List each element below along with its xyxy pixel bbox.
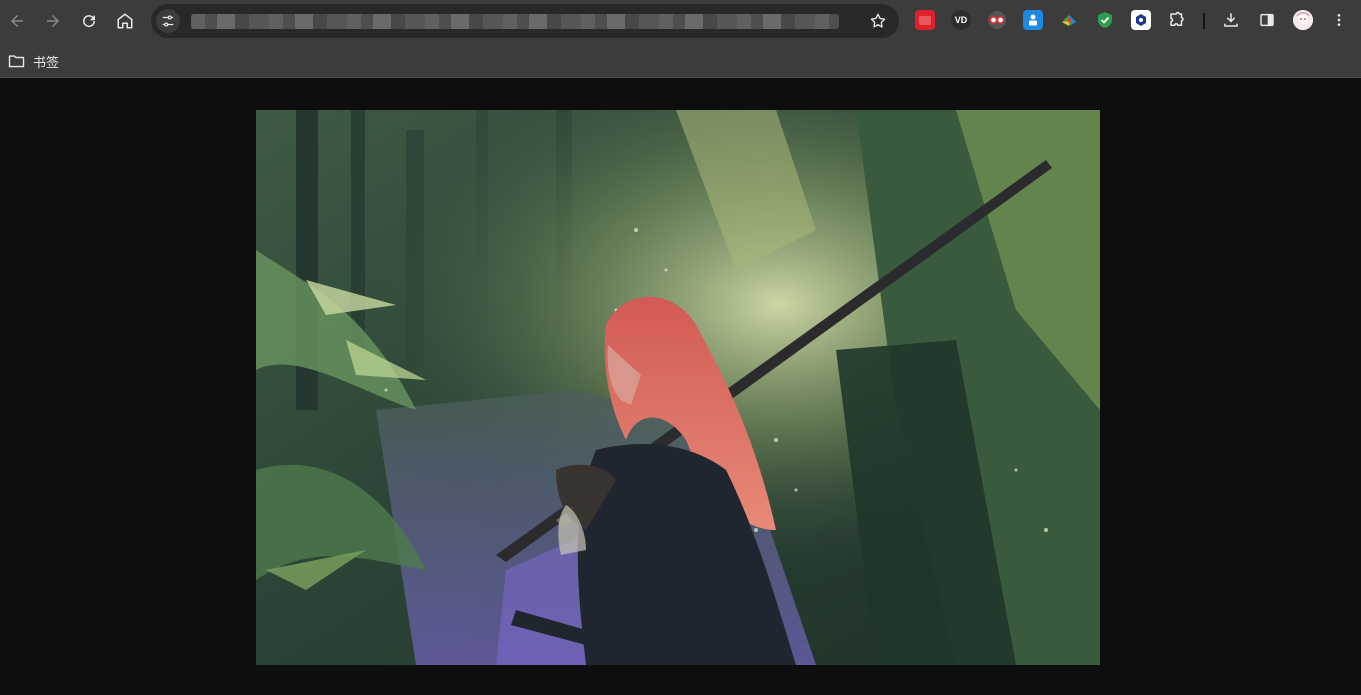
bookmark-folder[interactable]: 书签 <box>8 50 59 72</box>
reload-icon <box>83 15 96 28</box>
home-button[interactable] <box>111 7 139 35</box>
bookmark-star-button[interactable] <box>867 10 889 32</box>
page-viewport <box>0 79 1361 695</box>
arrow-left-icon <box>11 15 23 27</box>
bookmarks-bar: 书签 <box>0 44 1361 78</box>
extensions-button[interactable] <box>1167 10 1187 30</box>
side-panel-button[interactable] <box>1257 10 1277 30</box>
reload-button[interactable] <box>75 7 103 35</box>
url-text[interactable] <box>191 14 839 29</box>
colorful-extension-icon[interactable] <box>1059 10 1079 30</box>
star-icon <box>870 13 886 28</box>
folder-icon <box>8 55 25 68</box>
toolbar-separator <box>1203 13 1205 29</box>
vd-extension-icon[interactable]: VD <box>951 10 971 30</box>
bookmark-folder-label: 书签 <box>33 54 60 70</box>
artwork-image[interactable] <box>256 110 1100 665</box>
red-extension-icon[interactable] <box>915 10 935 30</box>
shield-extension-icon[interactable] <box>1095 10 1115 30</box>
kebab-menu-icon <box>1337 14 1341 26</box>
download-icon <box>1224 13 1238 27</box>
back-button[interactable] <box>3 7 31 35</box>
downloads-button[interactable] <box>1221 10 1241 30</box>
menu-button[interactable] <box>1329 10 1349 30</box>
site-info-button[interactable] <box>156 9 180 33</box>
blue-extension-icon[interactable] <box>1023 10 1043 30</box>
vd-extension-label: VD <box>954 15 968 25</box>
glasses-extension-icon[interactable] <box>987 10 1007 30</box>
hex-extension-icon[interactable] <box>1131 10 1151 30</box>
puzzle-icon <box>1170 11 1184 26</box>
side-panel-icon <box>1260 13 1274 27</box>
tune-icon <box>162 15 174 27</box>
arrow-right-icon <box>47 15 59 27</box>
avatar[interactable] <box>1293 10 1313 30</box>
browser-toolbar: VD <box>0 0 1361 44</box>
forward-button[interactable] <box>39 7 67 35</box>
address-bar[interactable] <box>151 4 899 38</box>
home-icon <box>117 13 133 29</box>
